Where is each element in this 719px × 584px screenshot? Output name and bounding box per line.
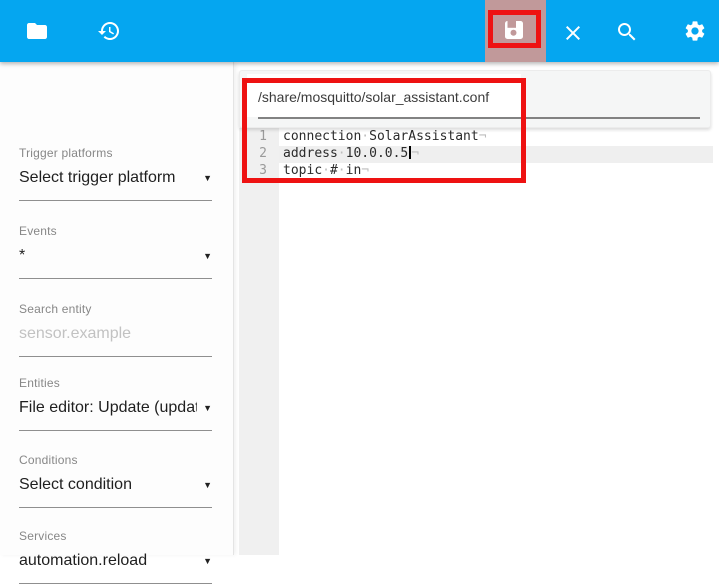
search-icon	[615, 20, 639, 44]
save-button[interactable]	[501, 17, 527, 43]
field-underline	[19, 356, 212, 357]
folder-icon	[25, 19, 49, 43]
search-button[interactable]	[614, 19, 640, 45]
chevron-down-icon[interactable]: ▼	[203, 404, 212, 413]
field-label: Entities	[19, 377, 212, 390]
code-line[interactable]: topic·#·in¬	[283, 162, 713, 179]
conditions-select[interactable]: Select condition	[19, 475, 197, 495]
field-conditions: Conditions Select condition ▼	[19, 454, 212, 467]
sidebar: Trigger platforms Select trigger platfor…	[0, 62, 234, 555]
editor-gutter: 123	[239, 128, 279, 555]
save-highlight-overlay	[485, 0, 546, 62]
settings-icon	[683, 19, 707, 43]
file-path-underline	[258, 117, 700, 119]
eol-marker: ¬	[361, 163, 369, 178]
field-label: Conditions	[19, 454, 212, 467]
field-search-entity: Search entity sensor.example	[19, 303, 212, 316]
space-marker: ·	[338, 163, 346, 178]
field-label: Events	[19, 225, 212, 238]
search-entity-input[interactable]: sensor.example	[19, 324, 197, 344]
chevron-down-icon[interactable]: ▼	[203, 557, 212, 566]
file-path-input[interactable]: /share/mosquitto/solar_assistant.conf	[258, 89, 489, 105]
editor-surface[interactable]: connection·SolarAssistant¬address·10.0.0…	[283, 128, 713, 179]
browse-files-button[interactable]	[24, 18, 50, 44]
code-line[interactable]: address·10.0.0.5¬	[283, 145, 713, 162]
field-label: Services	[19, 530, 212, 543]
chevron-down-icon[interactable]: ▼	[203, 252, 212, 261]
line-number: 1	[239, 128, 279, 145]
space-marker: ·	[338, 146, 346, 161]
events-select[interactable]: *	[19, 246, 197, 266]
save-icon	[502, 18, 526, 42]
field-entities: Entities File editor: Update (update.fil…	[19, 377, 212, 390]
entities-select[interactable]: File editor: Update (update.fil...	[19, 398, 197, 418]
space-marker: ·	[361, 129, 369, 144]
chevron-down-icon[interactable]: ▼	[203, 481, 212, 490]
close-button[interactable]	[560, 20, 586, 46]
trigger-platform-select[interactable]: Select trigger platform	[19, 168, 197, 188]
field-trigger-platforms: Trigger platforms Select trigger platfor…	[19, 147, 212, 160]
field-underline	[19, 430, 212, 431]
history-icon	[97, 19, 121, 43]
field-underline	[19, 507, 212, 508]
history-button[interactable]	[96, 18, 122, 44]
eol-marker: ¬	[479, 129, 487, 144]
line-number: 2	[239, 145, 279, 162]
field-events: Events * ▼	[19, 225, 212, 238]
chevron-down-icon[interactable]: ▼	[203, 174, 212, 183]
services-select[interactable]: automation.reload	[19, 551, 197, 571]
field-label: Trigger platforms	[19, 147, 212, 160]
app-toolbar	[0, 0, 719, 62]
settings-button[interactable]	[682, 18, 708, 44]
file-editor-window: Trigger platforms Select trigger platfor…	[0, 0, 719, 555]
field-underline	[19, 278, 212, 279]
field-label: Search entity	[19, 303, 212, 316]
eol-marker: ¬	[411, 146, 419, 161]
space-marker: ·	[322, 163, 330, 178]
field-underline	[19, 200, 212, 201]
close-icon	[561, 21, 585, 45]
line-number: 3	[239, 162, 279, 179]
code-line[interactable]: connection·SolarAssistant¬	[283, 128, 713, 145]
field-services: Services automation.reload ▼	[19, 530, 212, 543]
